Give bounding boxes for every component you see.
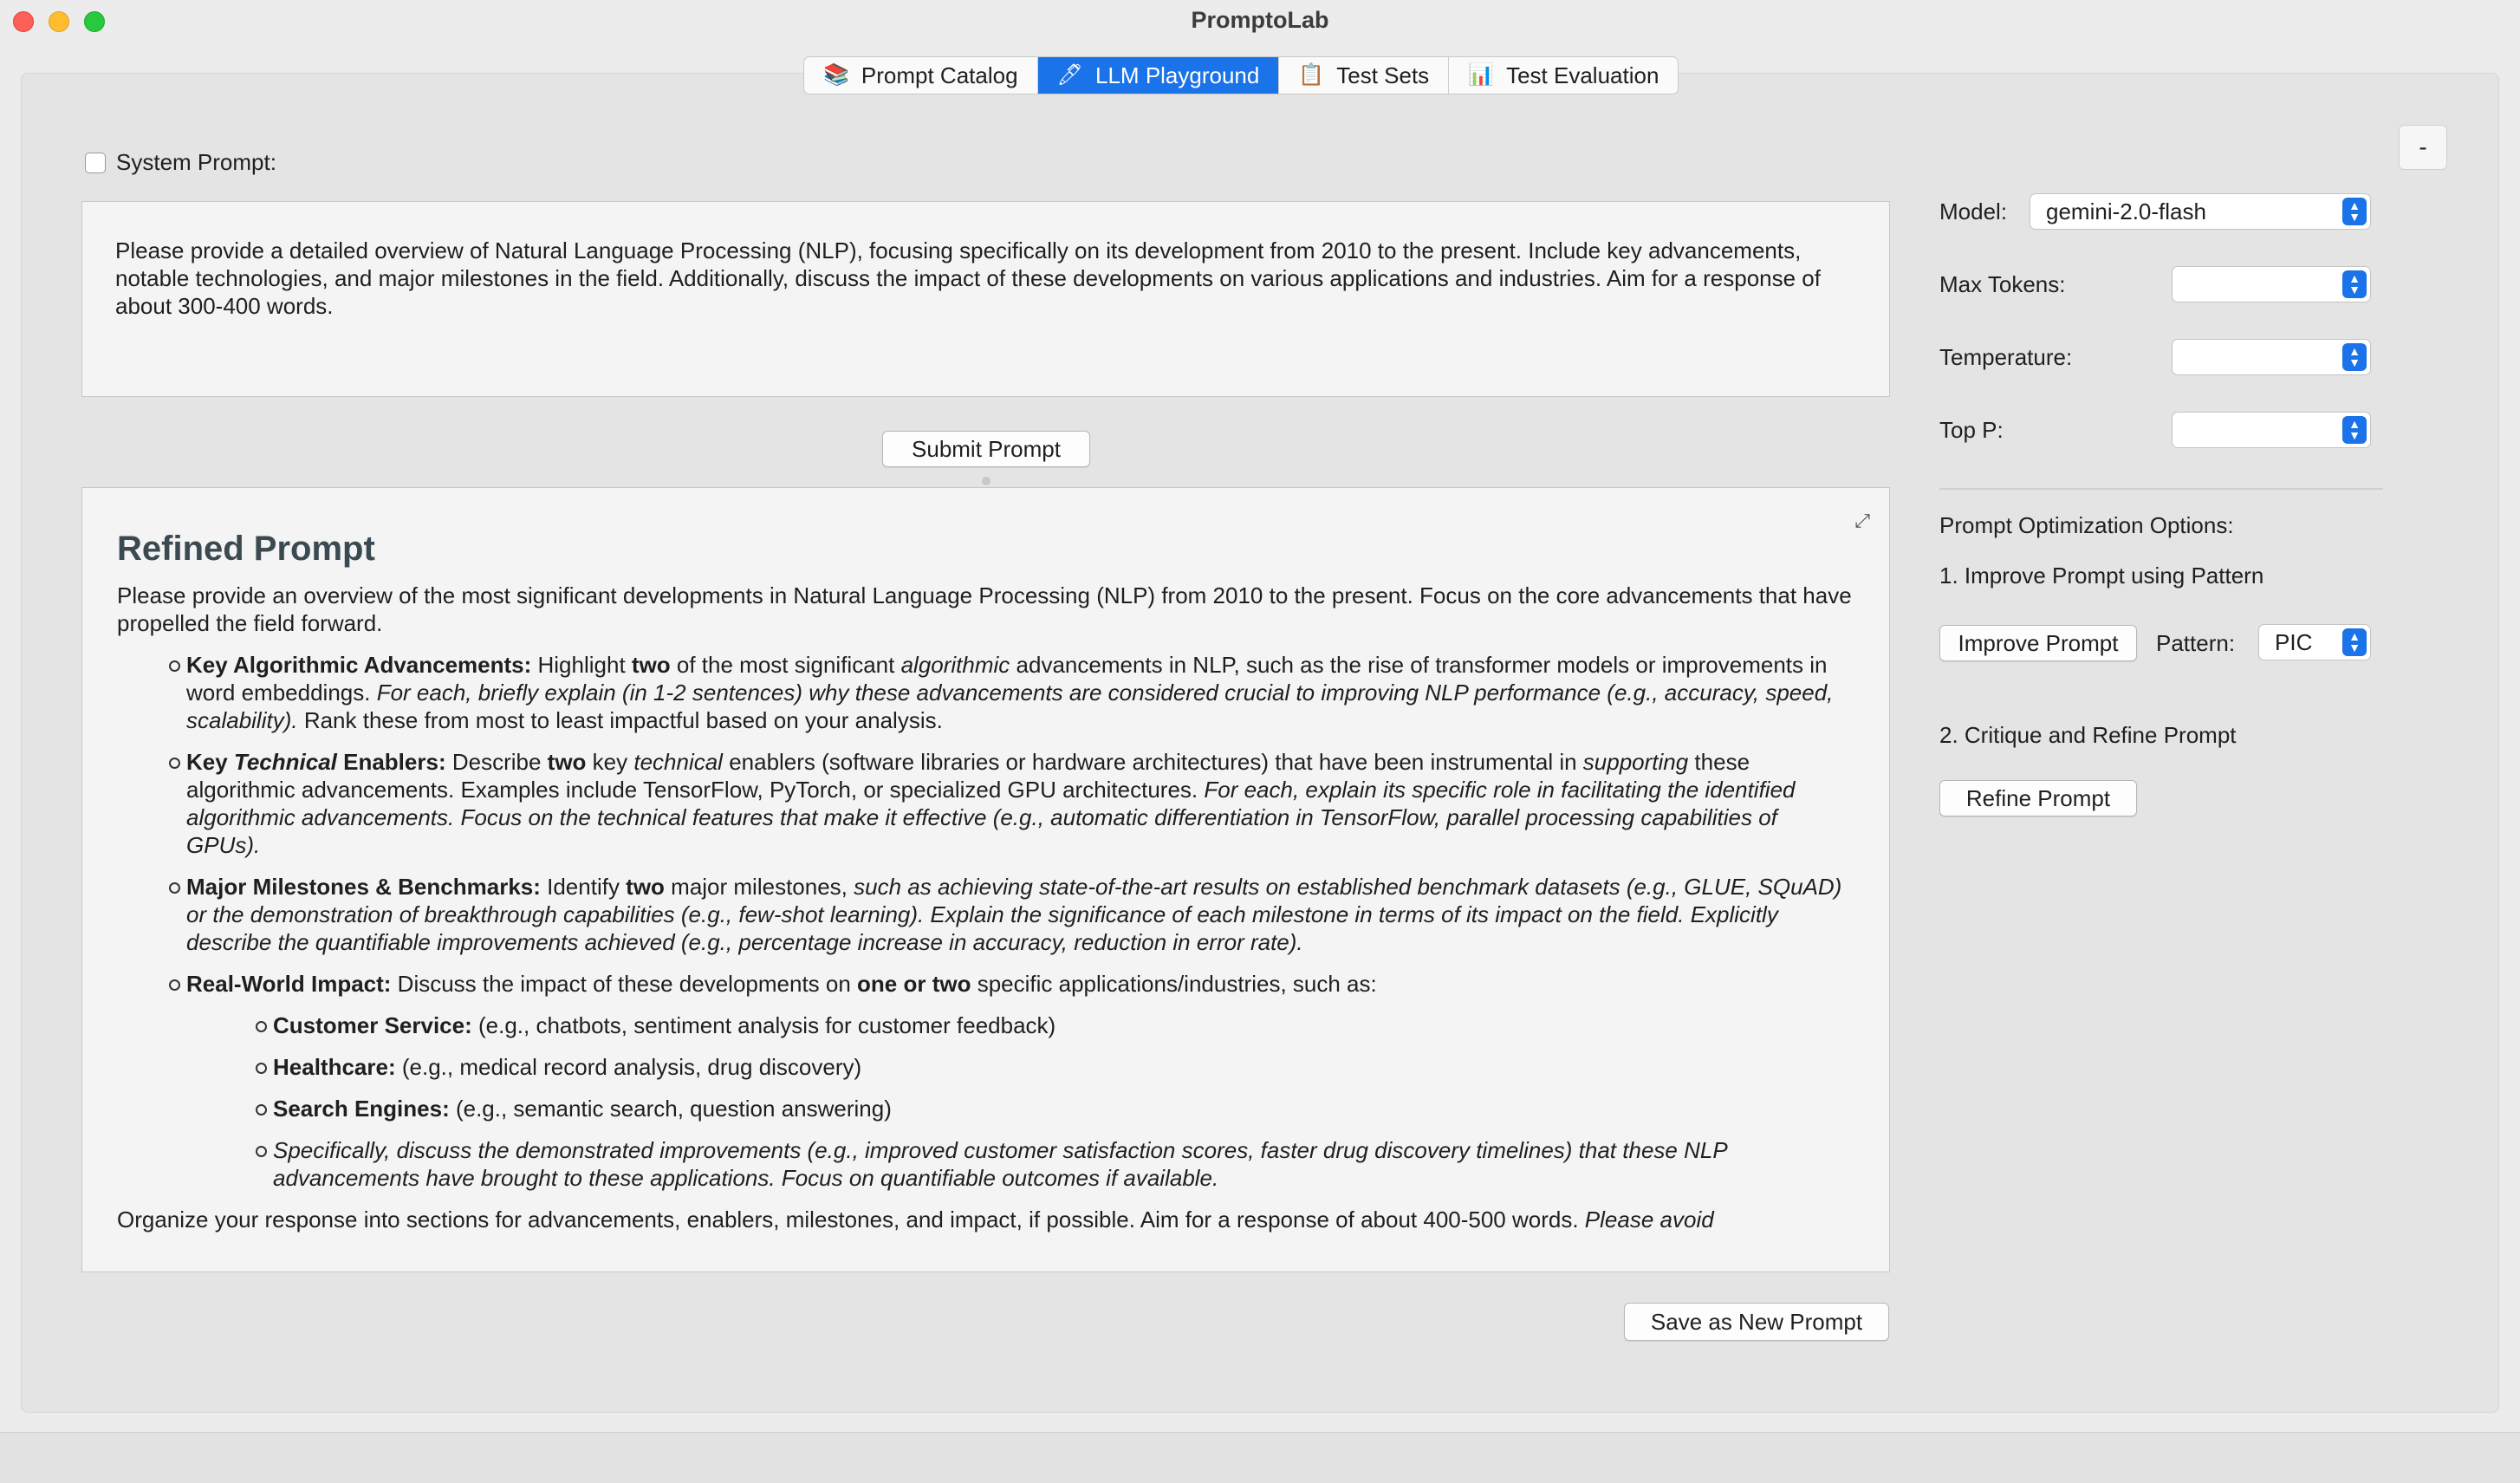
bar-chart-icon: 📊 — [1468, 63, 1495, 87]
response-output[interactable]: ⤢ Refined Prompt Please provide an overv… — [81, 487, 1890, 1272]
tab-label: Test Evaluation — [1506, 62, 1659, 88]
window-title: PromptoLab — [1191, 7, 1329, 33]
system-prompt-label: System Prompt: — [116, 149, 276, 175]
sub-list-item: Healthcare: (e.g., medical record analys… — [256, 1053, 1854, 1081]
tab-test-sets[interactable]: 📋 Test Sets — [1279, 57, 1450, 94]
title-bar: PromptoLab — [0, 0, 2520, 45]
tab-test-evaluation[interactable]: 📊 Test Evaluation — [1449, 57, 1678, 94]
refine-prompt-button[interactable]: Refine Prompt — [1939, 780, 2137, 816]
max-tokens-label: Max Tokens: — [1939, 271, 2066, 297]
output-closing: Organize your response into sections for… — [117, 1207, 1714, 1233]
temperature-select[interactable]: ▲ ▼ — [2172, 339, 2371, 375]
chevron-updown-icon: ▲ ▼ — [2342, 198, 2367, 225]
tab-label: Test Sets — [1336, 62, 1430, 88]
sub-list-item: Specifically, discuss the demonstrated i… — [256, 1136, 1854, 1192]
max-tokens-select[interactable]: ▲ ▼ — [2172, 266, 2371, 302]
temperature-label: Temperature: — [1939, 344, 2073, 370]
submit-prompt-button[interactable]: Submit Prompt — [882, 431, 1090, 467]
model-value: gemini-2.0-flash — [2046, 198, 2206, 224]
prompt-input[interactable]: Please provide a detailed overview of Na… — [81, 201, 1890, 397]
list-item: Real-World Impact: Discuss the impact of… — [169, 970, 1854, 1192]
output-heading: Refined Prompt — [117, 530, 375, 568]
status-bar — [0, 1432, 2520, 1483]
chevron-updown-icon: ▲ ▼ — [2342, 628, 2367, 656]
model-select[interactable]: gemini-2.0-flash ▲ ▼ — [2030, 193, 2371, 230]
system-prompt-checkbox[interactable] — [85, 152, 106, 173]
tab-bar: 📚 Prompt Catalog 🖊 LLM Playground 📋 Test… — [803, 56, 1679, 94]
improve-prompt-button[interactable]: Improve Prompt — [1939, 625, 2137, 661]
output-list: Key Algorithmic Advancements: Highlight … — [117, 651, 1854, 1192]
top-p-label: Top P: — [1939, 417, 2004, 443]
chevron-updown-icon: ▲ ▼ — [2342, 416, 2367, 444]
sub-list-item: Customer Service: (e.g., chatbots, senti… — [256, 1011, 1854, 1039]
option1-label: 1. Improve Prompt using Pattern — [1939, 563, 2264, 589]
model-label: Model: — [1939, 198, 2008, 224]
pencil-icon: 🖊 — [1056, 63, 1084, 87]
collapse-panel-button[interactable]: - — [2399, 125, 2447, 170]
tab-label: LLM Playground — [1095, 62, 1260, 88]
list-item: Major Milestones & Benchmarks: Identify … — [169, 873, 1854, 956]
optimization-title: Prompt Optimization Options: — [1939, 512, 2234, 538]
save-as-new-prompt-button[interactable]: Save as New Prompt — [1624, 1303, 1889, 1341]
system-prompt-row: System Prompt: — [85, 149, 276, 176]
pattern-select[interactable]: PIC ▲ ▼ — [2258, 624, 2371, 660]
tab-prompt-catalog[interactable]: 📚 Prompt Catalog — [804, 57, 1038, 94]
books-icon: 📚 — [823, 63, 849, 87]
sub-list: Customer Service: (e.g., chatbots, senti… — [186, 1011, 1854, 1192]
tab-llm-playground[interactable]: 🖊 LLM Playground — [1037, 57, 1280, 94]
pattern-value: PIC — [2275, 628, 2313, 655]
chevron-updown-icon: ▲ ▼ — [2342, 343, 2367, 371]
chevron-updown-icon: ▲ ▼ — [2342, 270, 2367, 298]
sub-list-item: Search Engines: (e.g., semantic search, … — [256, 1095, 1854, 1122]
option2-label: 2. Critique and Refine Prompt — [1939, 722, 2237, 748]
list-item: Key Technical Enablers: Describe two key… — [169, 748, 1854, 859]
settings-divider — [1939, 488, 2383, 490]
top-p-select[interactable]: ▲ ▼ — [2172, 412, 2371, 448]
list-item: Key Algorithmic Advancements: Highlight … — [169, 651, 1854, 734]
expand-icon[interactable]: ⤢ — [1854, 507, 1870, 535]
pattern-label: Pattern: — [2156, 630, 2236, 656]
tab-label: Prompt Catalog — [861, 62, 1018, 88]
output-intro: Please provide an overview of the most s… — [117, 582, 1852, 636]
clipboard-icon: 📋 — [1298, 63, 1325, 87]
splitter-handle[interactable] — [982, 477, 990, 485]
